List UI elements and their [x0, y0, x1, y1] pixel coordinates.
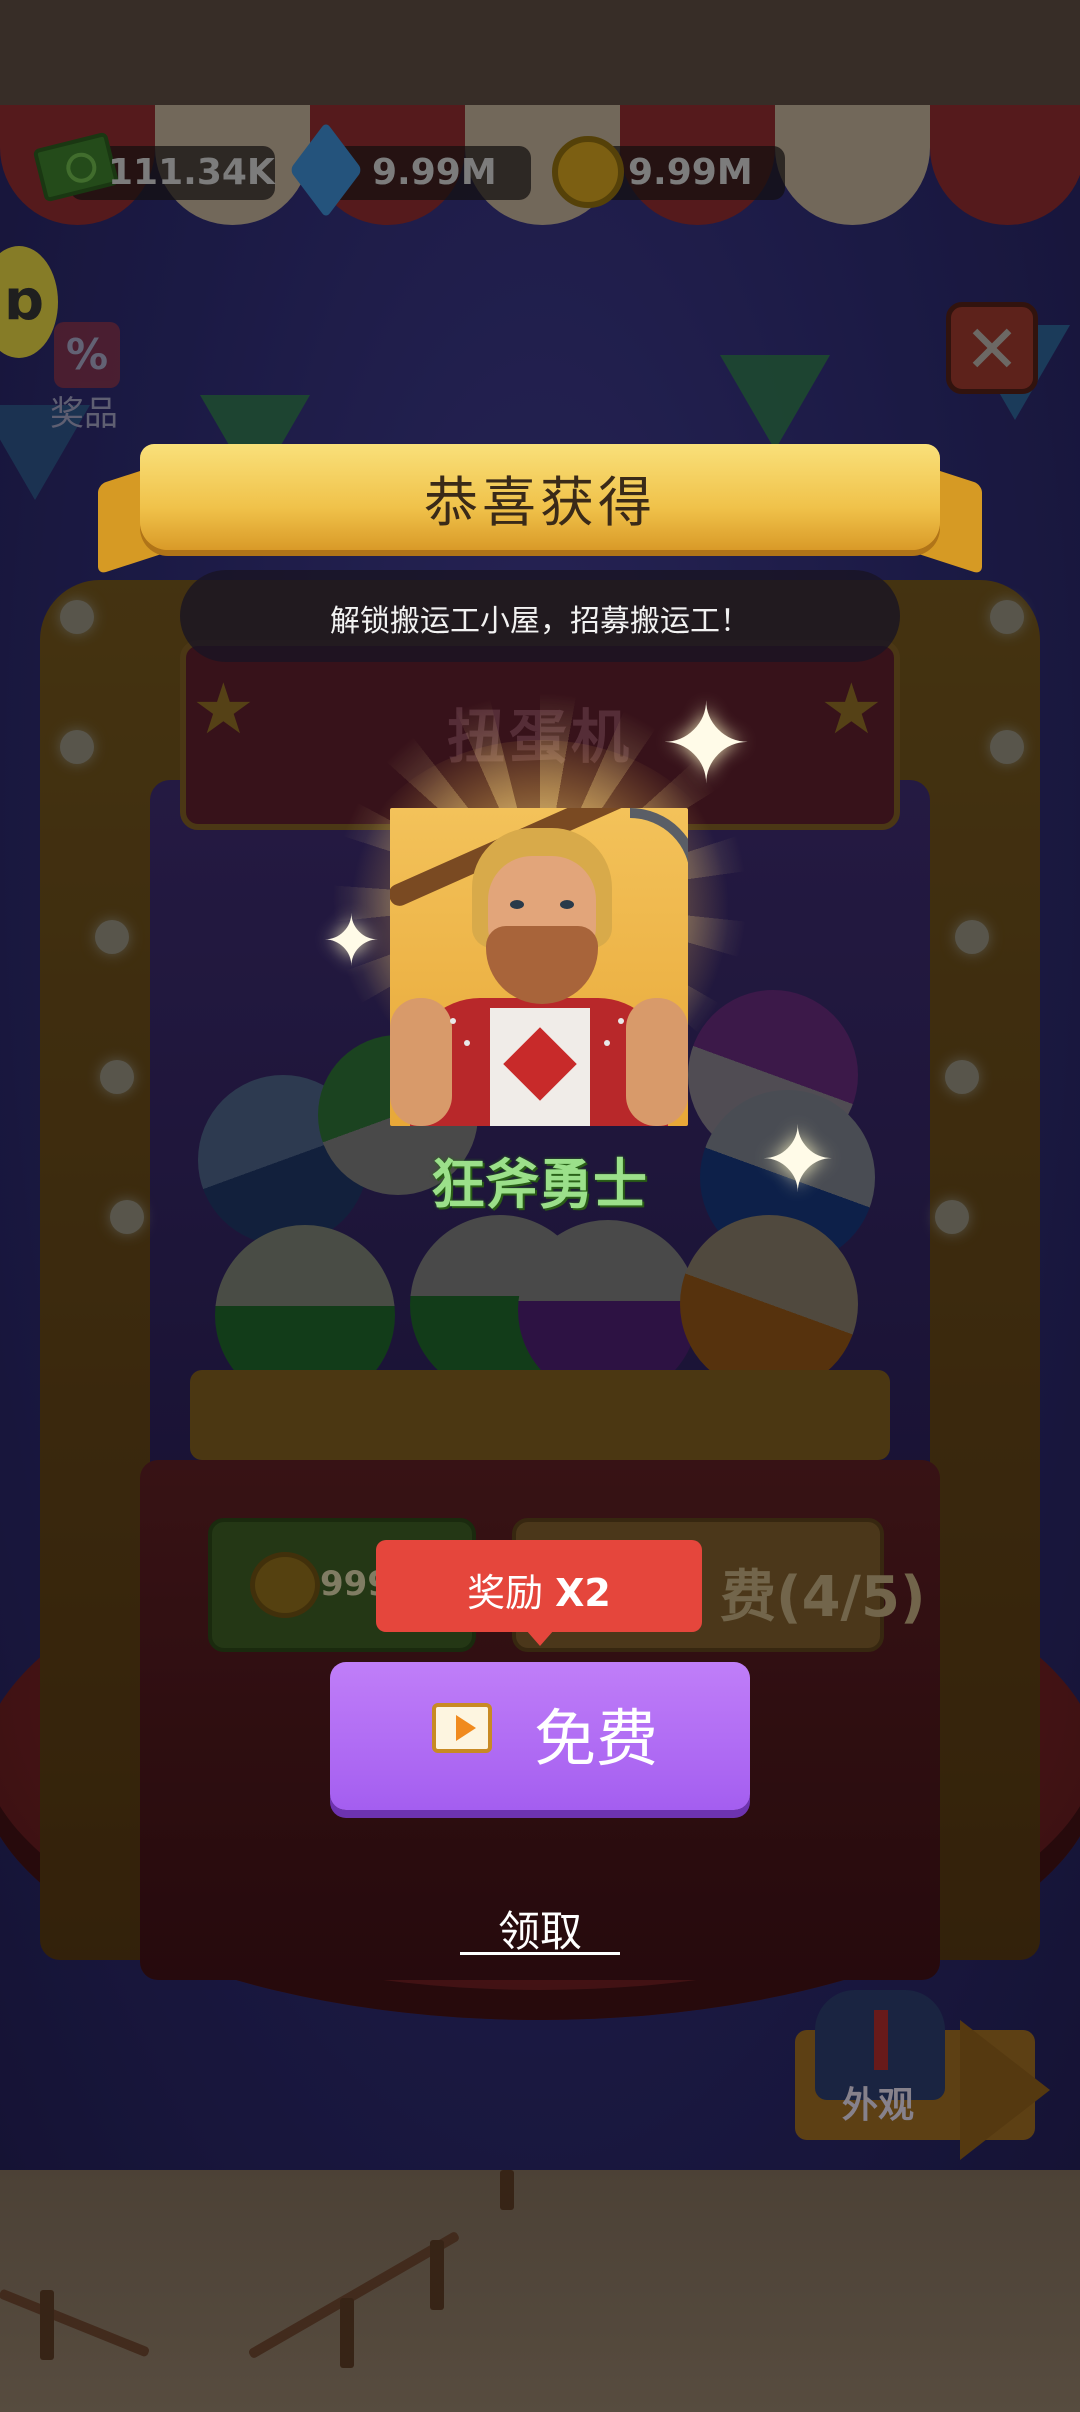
character-portrait — [390, 808, 688, 1126]
tip-multiplier: X2 — [555, 1571, 611, 1615]
character-beard — [486, 926, 598, 1004]
character-arm — [626, 998, 688, 1126]
claim-link[interactable]: 领取 — [460, 1898, 620, 1959]
video-play-icon — [432, 1703, 492, 1753]
vest-stud — [604, 1040, 610, 1046]
tip-label: 奖励 X2 — [376, 1562, 702, 1617]
sparkle-icon: ✦ — [322, 900, 381, 982]
character-eye — [560, 900, 574, 909]
sparkle-icon: ✦ — [760, 1108, 836, 1213]
tip-pointer — [526, 1630, 554, 1646]
vest-stud — [618, 1018, 624, 1024]
free-claim-label: 免费 — [534, 1702, 659, 1775]
popup-title: 恭喜获得 — [424, 471, 656, 534]
character-name: 狂斧勇士 — [431, 1153, 647, 1216]
character-arm — [390, 998, 452, 1126]
pickaxe-head — [630, 808, 688, 908]
popup-subtitle: 解锁搬运工小屋，招募搬运工！ — [330, 604, 750, 639]
sparkle-icon: ✦ — [660, 680, 753, 808]
vest-stud — [450, 1018, 456, 1024]
claim-underline — [460, 1952, 620, 1955]
character-eye — [510, 900, 524, 909]
vest-stud — [464, 1040, 470, 1046]
tip-text: 奖励 — [467, 1571, 544, 1615]
